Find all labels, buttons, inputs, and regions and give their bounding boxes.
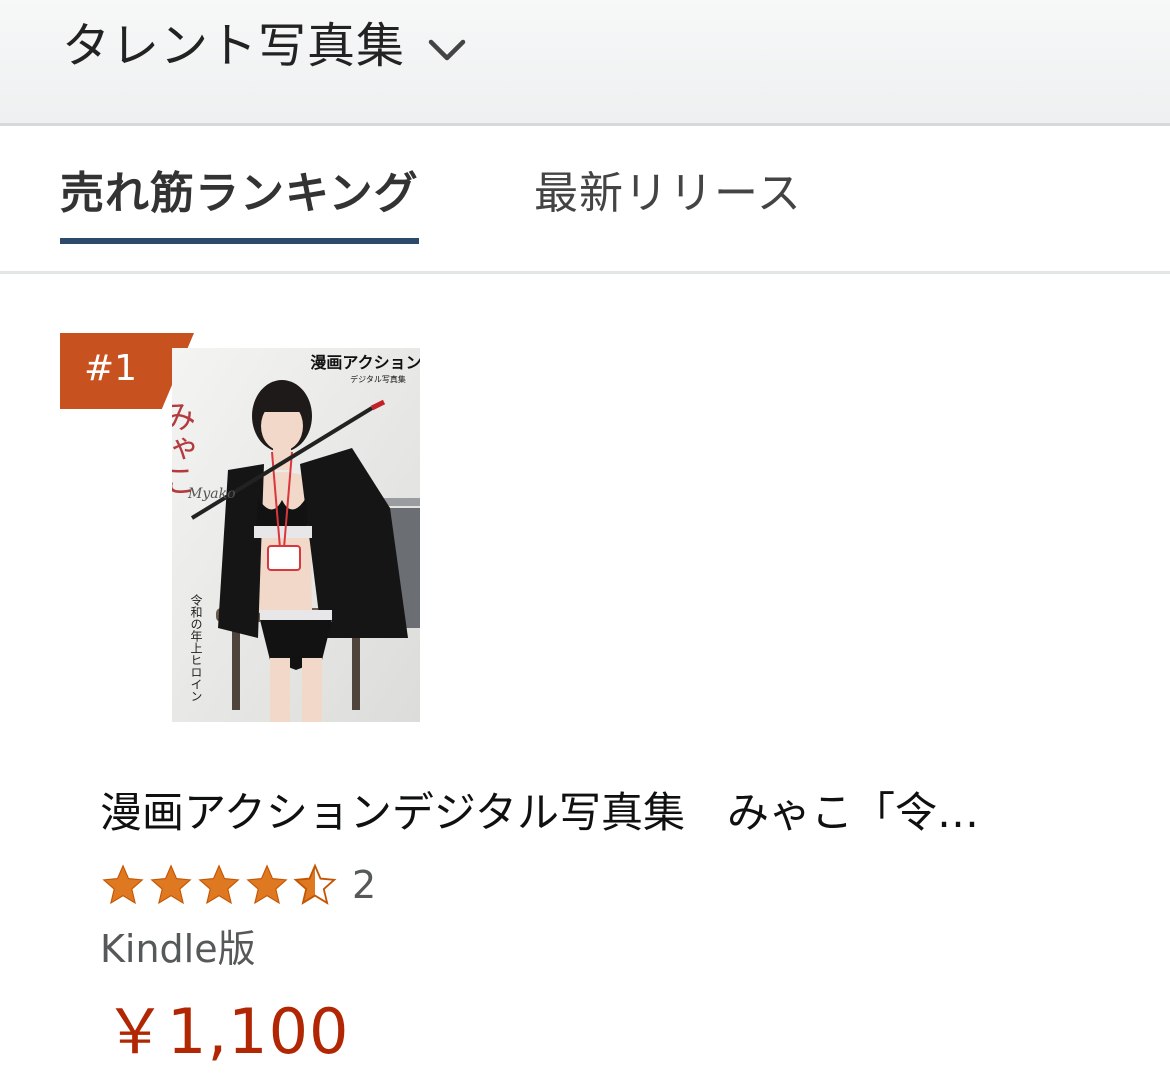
cover-logo-subtext: デジタル写真集 xyxy=(350,374,406,384)
cover-name: みゃこ xyxy=(172,400,197,496)
product-card[interactable]: #1 漫画アクション デジタル写真集 みゃこ Myako 令和の年上ヒロイン 漫… xyxy=(0,274,1170,1077)
star-full-icon xyxy=(102,864,144,905)
category-title: タレント写真集 xyxy=(62,18,406,74)
cover-tagline: 令和の年上ヒロイン xyxy=(189,593,203,702)
header-bar: タレント写真集 xyxy=(0,0,1170,126)
cover-logo: 漫画アクション xyxy=(310,353,420,372)
star-full-icon xyxy=(246,864,288,905)
star-half-icon xyxy=(293,863,337,905)
tab-bestsellers[interactable]: 売れ筋ランキング xyxy=(60,164,419,244)
rank-label: #1 xyxy=(84,348,138,389)
product-title[interactable]: 漫画アクションデジタル写真集 みゃこ「令… xyxy=(100,784,1100,842)
tab-new-releases[interactable]: 最新リリース xyxy=(534,164,802,224)
app-page: タレント写真集 売れ筋ランキング 最新リリース #1 漫画アクション デジタル写… xyxy=(0,0,1170,1077)
star-full-icon xyxy=(150,864,192,905)
rating-row[interactable]: 2 xyxy=(100,860,376,910)
price: ￥1,100 xyxy=(104,995,350,1068)
category-dropdown[interactable]: タレント写真集 xyxy=(62,14,467,78)
cover-name-romaji: Myako xyxy=(187,486,236,502)
star-rating xyxy=(100,863,338,907)
star-full-icon xyxy=(198,864,240,905)
product-cover-image[interactable]: 漫画アクション デジタル写真集 みゃこ Myako 令和の年上ヒロイン xyxy=(172,348,420,722)
chevron-down-icon xyxy=(428,39,466,61)
format-label: Kindle版 xyxy=(100,927,256,971)
rating-count: 2 xyxy=(352,863,377,907)
cover-illustration: 漫画アクション デジタル写真集 みゃこ Myako 令和の年上ヒロイン xyxy=(172,348,420,722)
tab-bar: 売れ筋ランキング 最新リリース xyxy=(0,126,1170,274)
